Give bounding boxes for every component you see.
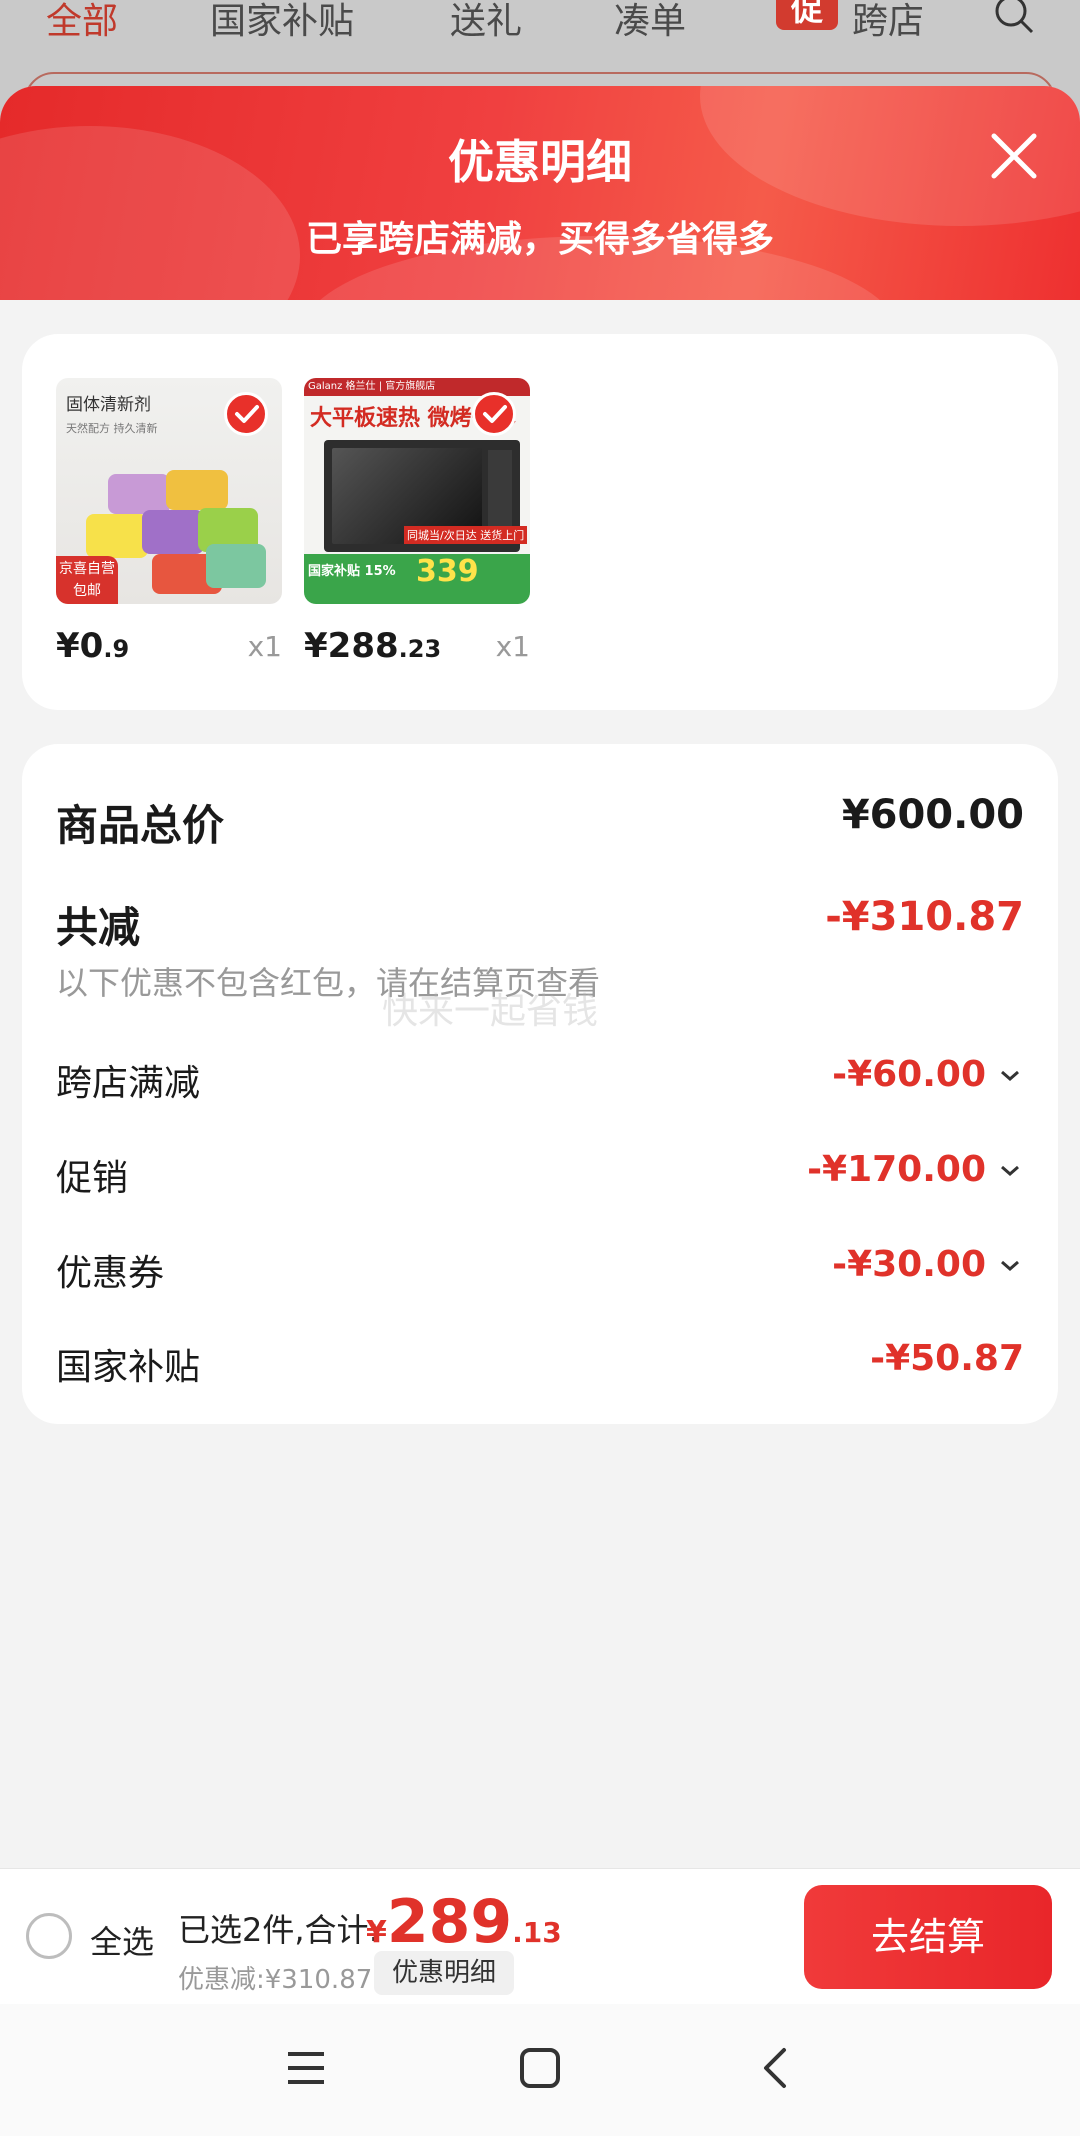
thumb-subtitle: 天然配方 持久清新 (66, 422, 158, 435)
tab-national-subsidy[interactable]: 国家补贴 (210, 0, 354, 44)
discount-detail-button[interactable]: 优惠明细 (374, 1951, 515, 1995)
selected-count-text: 已选2件,合计: (178, 1911, 380, 1949)
product-image[interactable]: Galanz 格兰仕 | 官方旗舰店 大平板速热 微烤一体 国家补贴 15% 3… (304, 378, 530, 604)
discount-item-value: -¥50.87 (870, 1338, 1024, 1379)
tab-cross-store[interactable]: 跨店 (852, 0, 924, 44)
total-reduce-label: 共减 (56, 903, 141, 952)
product-price: ¥288.23 (304, 626, 442, 666)
total-amount: ¥289.13 (366, 1887, 562, 1957)
product-image[interactable]: 固体清新剂 天然配方 持久清新 京喜自营 包邮 (56, 378, 282, 604)
discount-item-label: 国家补贴 (56, 1347, 201, 1388)
discount-amount-text: 优惠减:¥310.87 (178, 1965, 373, 1995)
close-icon[interactable] (984, 126, 1044, 186)
discount-item-value: -¥30.00 (832, 1244, 986, 1285)
system-nav-bar (0, 2004, 1080, 2136)
total-reduce-value: -¥310.87 (825, 894, 1024, 940)
menu-icon[interactable] (284, 2046, 328, 2090)
discount-item-label: 促销 (56, 1158, 129, 1199)
thumb-price: 339 (416, 554, 479, 589)
back-icon[interactable] (754, 2046, 798, 2090)
thumb-tag: 国家补贴 15% (308, 564, 396, 579)
tab-bundle[interactable]: 凑单 (614, 0, 686, 44)
sheet-title: 优惠明细 (448, 135, 632, 189)
checked-icon[interactable] (224, 392, 268, 436)
checked-icon[interactable] (472, 392, 516, 436)
product-item[interactable]: Galanz 格兰仕 | 官方旗舰店 大平板速热 微烤一体 国家补贴 15% 3… (304, 378, 530, 666)
discount-item-label: 优惠券 (56, 1253, 165, 1294)
checkout-bar: 全选 已选2件,合计: ¥289.13 优惠减:¥310.87 优惠明细 去结算 (0, 1868, 1080, 2004)
tab-gift[interactable]: 送礼 (450, 0, 522, 44)
total-price-label: 商品总价 (56, 801, 225, 850)
sheet-header: 优惠明细 已享跨店满减，买得多省得多 (0, 86, 1080, 300)
search-icon[interactable] (992, 0, 1036, 36)
product-item[interactable]: 固体清新剂 天然配方 持久清新 京喜自营 包邮 ¥0.9 x1 (56, 378, 282, 666)
discount-item-value: -¥60.00 (832, 1054, 986, 1095)
product-qty: x1 (495, 630, 530, 663)
chevron-down-icon[interactable] (996, 1161, 1024, 1181)
products-card: 固体清新剂 天然配方 持久清新 京喜自营 包邮 ¥0.9 x1 Galanz 格… (22, 334, 1058, 710)
product-price: ¥0.9 (56, 626, 130, 666)
product-qty: x1 (247, 630, 282, 663)
promo-badge: 促 (776, 0, 838, 30)
chevron-down-icon[interactable] (996, 1066, 1024, 1086)
thumb-delivery: 同城当/次日达 送货上门 (404, 526, 528, 544)
checkout-button[interactable]: 去结算 (804, 1885, 1052, 1989)
discount-item-value: -¥170.00 (807, 1149, 986, 1190)
home-icon[interactable] (518, 2046, 562, 2090)
discount-detail-sheet: 优惠明细 已享跨店满减，买得多省得多 固体清新剂 天然配方 持久清新 京喜自营 … (0, 86, 1080, 2136)
select-all-radio[interactable] (26, 1913, 72, 1959)
discount-item-label: 跨店满减 (56, 1063, 201, 1104)
select-all-label[interactable]: 全选 (90, 1917, 154, 1963)
watermark: 快来一起省钱 (382, 991, 599, 1032)
price-summary-card: 商品总价 ¥600.00 共减 -¥310.87 以下优惠不包含红包，请在结算页… (22, 744, 1058, 1424)
self-operated-badge: 京喜自营 包邮 (56, 556, 118, 604)
total-price-value: ¥600.00 (841, 792, 1024, 838)
sheet-subtitle: 已享跨店满减，买得多省得多 (305, 219, 774, 260)
tab-all[interactable]: 全部 (46, 0, 118, 44)
thumb-title: 固体清新剂 (66, 395, 151, 415)
chevron-down-icon[interactable] (996, 1256, 1024, 1276)
